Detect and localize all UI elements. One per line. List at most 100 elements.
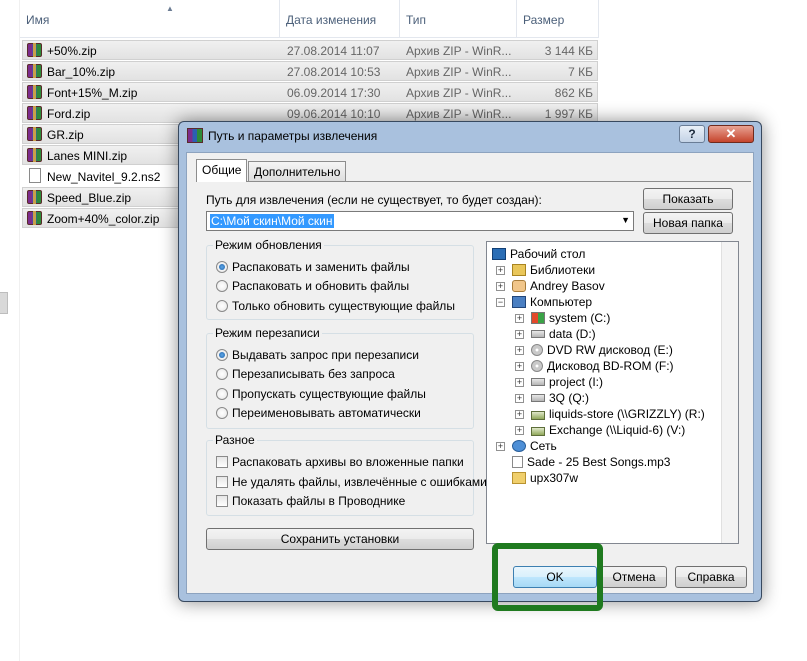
tree-item[interactable]: + data (D:) — [515, 326, 596, 342]
column-header-date-label: Дата изменения — [286, 13, 377, 27]
tree-item[interactable]: + Дисковод BD-ROM (F:) — [515, 358, 674, 374]
tree-item-label: 3Q (Q:) — [549, 391, 590, 405]
expand-icon[interactable]: + — [515, 314, 524, 323]
collapse-icon[interactable]: − — [496, 298, 505, 307]
misc-title: Разное — [213, 433, 257, 447]
new-folder-button[interactable]: Новая папка — [643, 212, 733, 234]
title-help-button[interactable]: ? — [679, 125, 705, 143]
overwrite-option-skip[interactable]: Пропускать существующие файлы — [216, 387, 426, 401]
expand-icon[interactable]: + — [515, 426, 524, 435]
rar-archive-icon — [27, 106, 42, 120]
radio-icon[interactable] — [216, 388, 228, 400]
overwrite-option-overwrite[interactable]: Перезаписывать без запроса — [216, 367, 395, 381]
file-name: Ford.zip — [47, 107, 91, 121]
misc-option-keep-broken[interactable]: Не удалять файлы, извлечённые с ошибками — [216, 475, 487, 489]
tree-item-label: DVD RW дисковод (E:) — [547, 343, 673, 357]
expand-icon[interactable]: + — [496, 442, 505, 451]
rar-archive-icon — [27, 190, 42, 204]
tree-item[interactable]: + DVD RW дисковод (E:) — [515, 342, 673, 358]
file-name: +50%.zip — [47, 44, 97, 58]
radio-selected-icon[interactable] — [216, 261, 228, 273]
destination-path-label: Путь для извлечения (если не существует,… — [206, 193, 542, 207]
overwrite-option-rename-label: Переименовывать автоматически — [232, 406, 421, 420]
dropdown-arrow-icon[interactable]: ▼ — [621, 215, 630, 225]
tree-scrollbar[interactable] — [721, 242, 738, 543]
checkbox-icon[interactable] — [216, 495, 228, 507]
radio-icon[interactable] — [216, 407, 228, 419]
expand-icon[interactable]: + — [515, 362, 524, 371]
show-button[interactable]: Показать — [643, 188, 733, 210]
file-row[interactable]: Ford.zip 09.06.2014 10:10 Архив ZIP - WinR… — [22, 103, 598, 123]
tree-item[interactable]: + liquids-store (\\GRIZZLY) (R:) — [515, 406, 705, 422]
tree-item[interactable]: Sade - 25 Best Songs.mp3 — [512, 454, 670, 470]
tree-item[interactable]: + project (I:) — [515, 374, 604, 390]
file-row[interactable]: Bar_10%.zip 27.08.2014 10:53 Архив ZIP - W… — [22, 61, 598, 81]
folder-tree[interactable]: Рабочий стол + Библиотеки + Andrey Basov − Ком… — [486, 241, 739, 544]
expand-icon[interactable]: + — [515, 394, 524, 403]
file-row[interactable]: Font+15%_M.zip 06.09.2014 17:30 Архив ZIP … — [22, 82, 598, 102]
file-row[interactable]: +50%.zip 27.08.2014 11:07 Архив ZIP - WinR… — [22, 40, 598, 60]
tree-item[interactable]: + Сеть — [496, 438, 557, 454]
tree-item[interactable]: +3Q (Q:) — [515, 390, 590, 406]
column-header-date[interactable]: Дата изменения — [280, 0, 400, 38]
destination-path-combobox[interactable]: C:\Мой скин\Мой скин ▼ — [206, 211, 634, 231]
tree-item-label: Компьютер — [530, 295, 593, 309]
rar-archive-icon — [27, 64, 42, 78]
user-folder-icon — [512, 280, 526, 292]
update-option-existing-only-label: Только обновить существующие файлы — [232, 299, 455, 313]
update-option-update[interactable]: Распаковать и обновить файлы — [216, 279, 409, 293]
column-header-name[interactable]: Имя ▲ — [20, 0, 280, 38]
checkbox-icon[interactable] — [216, 476, 228, 488]
file-size: 1 997 КБ — [544, 107, 593, 121]
extraction-dialog: Путь и параметры извлечения ? ✕ Общие До… — [178, 121, 762, 602]
overwrite-option-ask[interactable]: Выдавать запрос при перезаписи — [216, 348, 419, 362]
rar-archive-icon — [27, 43, 42, 57]
save-settings-button[interactable]: Сохранить установки — [206, 528, 474, 550]
rar-archive-icon — [27, 127, 42, 141]
tree-item[interactable]: Рабочий стол — [492, 246, 585, 262]
tree-item-label: project (I:) — [549, 375, 604, 389]
tree-item[interactable]: + Exchange (\\Liquid-6) (V:) — [515, 422, 685, 438]
column-header-type-label: Тип — [406, 13, 427, 27]
destination-path-value[interactable]: C:\Мой скин\Мой скин — [210, 214, 334, 228]
file-type: Архив ZIP - WinR... — [406, 107, 512, 121]
tree-item[interactable]: + Andrey Basov — [496, 278, 605, 294]
misc-option-subfolders[interactable]: Распаковать архивы во вложенные папки — [216, 455, 464, 469]
tree-item[interactable]: − Компьютер — [496, 294, 593, 310]
update-option-existing-only[interactable]: Только обновить существующие файлы — [216, 299, 455, 313]
tab-advanced[interactable]: Дополнительно — [248, 161, 347, 181]
tab-panel-divider — [196, 181, 751, 182]
tree-item-label: Сеть — [530, 439, 557, 453]
help-button[interactable]: Справка — [675, 566, 747, 588]
overwrite-option-rename[interactable]: Переименовывать автоматически — [216, 406, 421, 420]
expand-icon[interactable]: + — [515, 378, 524, 387]
overwrite-option-skip-label: Пропускать существующие файлы — [232, 387, 426, 401]
tree-item[interactable]: + system (C:) — [515, 310, 610, 326]
radio-selected-icon[interactable] — [216, 349, 228, 361]
expand-icon[interactable]: + — [496, 282, 505, 291]
expand-icon[interactable]: + — [515, 346, 524, 355]
update-option-replace[interactable]: Распаковать и заменить файлы — [216, 260, 410, 274]
column-header-type[interactable]: Тип — [400, 0, 517, 38]
tab-general[interactable]: Общие — [196, 159, 248, 182]
expand-icon[interactable]: + — [515, 410, 524, 419]
tree-item-label: liquids-store (\\GRIZZLY) (R:) — [549, 407, 705, 421]
misc-option-keep-broken-label: Не удалять файлы, извлечённые с ошибками — [232, 475, 487, 489]
tree-item[interactable]: upx307w — [512, 470, 578, 486]
radio-icon[interactable] — [216, 280, 228, 292]
expand-icon[interactable]: + — [496, 266, 505, 275]
radio-icon[interactable] — [216, 300, 228, 312]
overwrite-option-overwrite-label: Перезаписывать без запроса — [232, 367, 395, 381]
pane-splitter-handle[interactable] — [0, 292, 8, 314]
misc-option-show-in-explorer[interactable]: Показать файлы в Проводнике — [216, 494, 405, 508]
cancel-button[interactable]: Отмена — [601, 566, 667, 588]
close-button[interactable]: ✕ — [708, 125, 754, 143]
radio-icon[interactable] — [216, 368, 228, 380]
dialog-titlebar[interactable]: Путь и параметры извлечения ? ✕ — [179, 122, 761, 150]
checkbox-icon[interactable] — [216, 456, 228, 468]
desktop-icon — [492, 248, 506, 260]
computer-icon — [512, 296, 526, 308]
column-header-size[interactable]: Размер — [517, 0, 599, 38]
tree-item[interactable]: + Библиотеки — [496, 262, 595, 278]
expand-icon[interactable]: + — [515, 330, 524, 339]
